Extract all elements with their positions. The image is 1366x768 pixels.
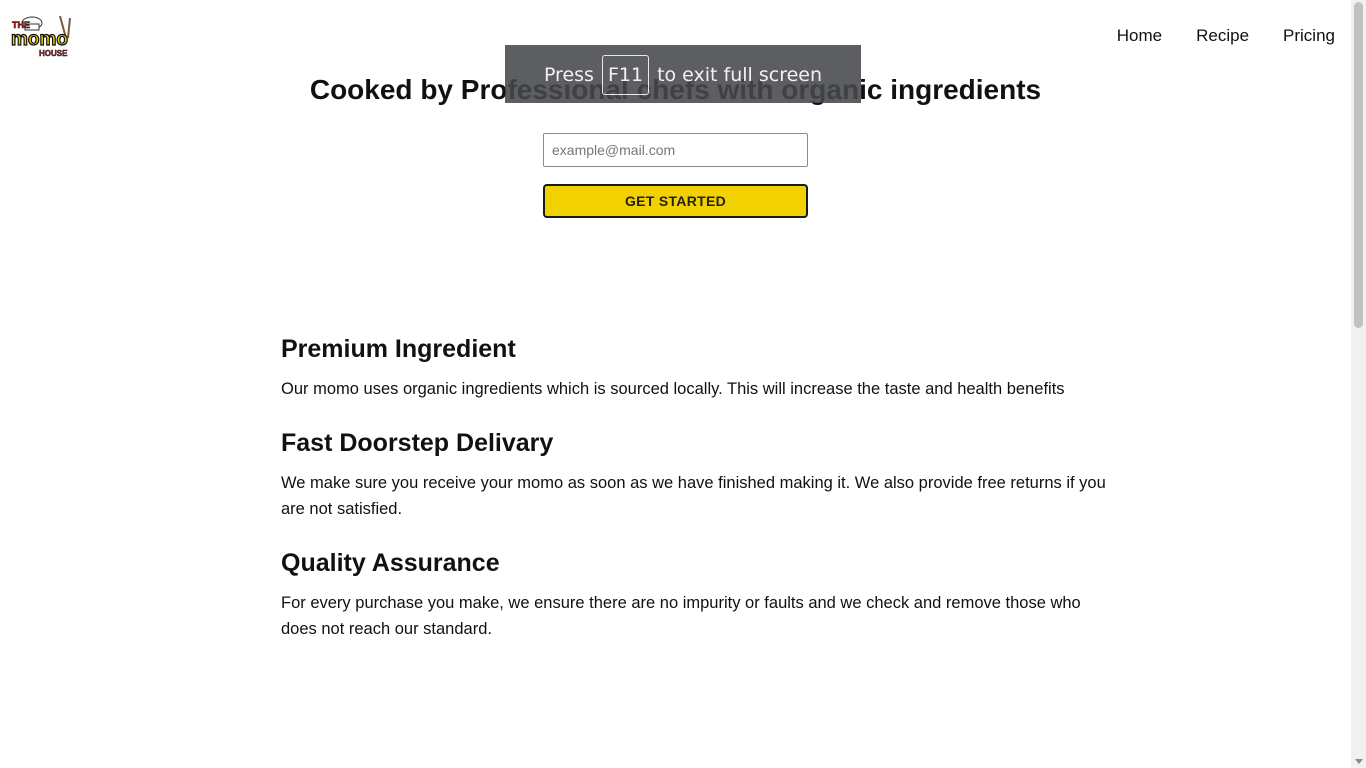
vertical-scrollbar[interactable] [1351, 0, 1366, 768]
page: THE momo HOUSE Home Recipe Pricing Cooke… [0, 0, 1351, 768]
feature-text: We make sure you receive your momo as so… [281, 474, 1106, 518]
scrollbar-thumb[interactable] [1354, 2, 1363, 328]
fullscreen-notice-press: Press [543, 64, 594, 86]
feature-text: For every purchase you make, we ensure t… [281, 594, 1081, 638]
nav-home-link[interactable]: Home [1117, 26, 1162, 46]
nav-pricing-link[interactable]: Pricing [1283, 26, 1335, 46]
fullscreen-notice-key: F11 [601, 55, 650, 95]
feature-quality-assurance: Quality Assurance For every purchase you… [281, 548, 1111, 642]
get-started-button[interactable]: GET STARTED [543, 184, 808, 218]
logo[interactable]: THE momo HOUSE [10, 14, 74, 58]
fullscreen-notice-text: to exit full screen [657, 64, 823, 86]
svg-text:momo: momo [11, 29, 68, 50]
fullscreen-notice: Press F11 to exit full screen [505, 45, 861, 103]
feature-title: Premium Ingredient [281, 335, 516, 363]
svg-text:HOUSE: HOUSE [39, 49, 68, 58]
feature-fast-delivery: Fast Doorstep Delivary We make sure you … [281, 428, 1111, 522]
main-nav: Home Recipe Pricing [1117, 26, 1335, 46]
momo-house-logo-icon: THE momo HOUSE [10, 15, 71, 58]
scroll-down-arrow-icon[interactable] [1355, 759, 1363, 764]
nav-recipe-link[interactable]: Recipe [1196, 26, 1249, 46]
feature-title: Fast Doorstep Delivary [281, 429, 554, 457]
feature-text: Our momo uses organic ingredients which … [281, 380, 1065, 398]
features-section: Premium Ingredient Our momo uses organic… [281, 334, 1111, 668]
feature-title: Quality Assurance [281, 549, 500, 577]
email-input[interactable] [543, 133, 808, 167]
feature-premium-ingredient: Premium Ingredient Our momo uses organic… [281, 334, 1111, 402]
